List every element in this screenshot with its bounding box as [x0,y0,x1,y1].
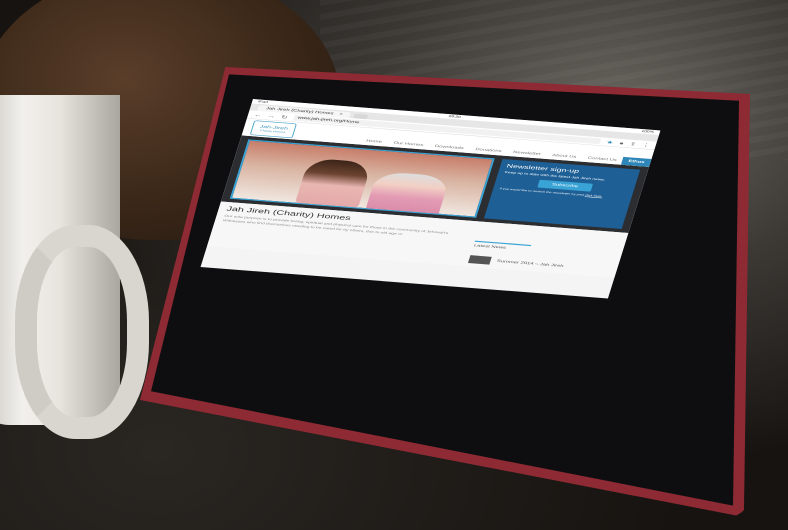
latest-news-heading: Latest News [473,240,532,252]
tablet-screen: iPad 09:30 100% Jah Jireh (Charity) Home… [200,99,661,299]
news-item[interactable]: Summer 2014 – Jah Jireh [468,255,610,274]
back-icon[interactable]: ← [253,112,262,118]
photo-scene: iPad 09:30 100% Jah Jireh (Charity) Home… [0,0,788,530]
mug-handle [15,225,149,439]
logo-subtext: Charity Homes [259,128,286,134]
resident-figure [364,170,451,217]
star-icon[interactable]: ★ [606,139,615,145]
newsletter-click-here-link[interactable]: click here. [585,193,603,197]
tab-close-icon[interactable]: × [339,113,343,117]
forward-icon[interactable]: → [267,113,276,119]
side-column: Latest News Summer 2014 – Jah Jireh [468,225,619,274]
news-item-title[interactable]: Summer 2014 – Jah Jireh [496,260,564,269]
carrier-label: iPad [257,100,269,105]
mic-icon[interactable]: ● [618,140,624,145]
reload-icon[interactable]: ↻ [280,114,288,120]
site-logo[interactable]: Jah-Jireh Charity Homes [249,120,297,139]
news-thumbnail [468,255,493,265]
menu-dots-icon[interactable]: ⋮ [641,142,650,148]
carer-figure [294,158,373,209]
newsletter-panel: Newsletter sign-up Keep up to date with … [484,159,641,230]
new-tab-button[interactable] [353,113,369,120]
share-icon[interactable]: ⇪ [629,141,637,147]
